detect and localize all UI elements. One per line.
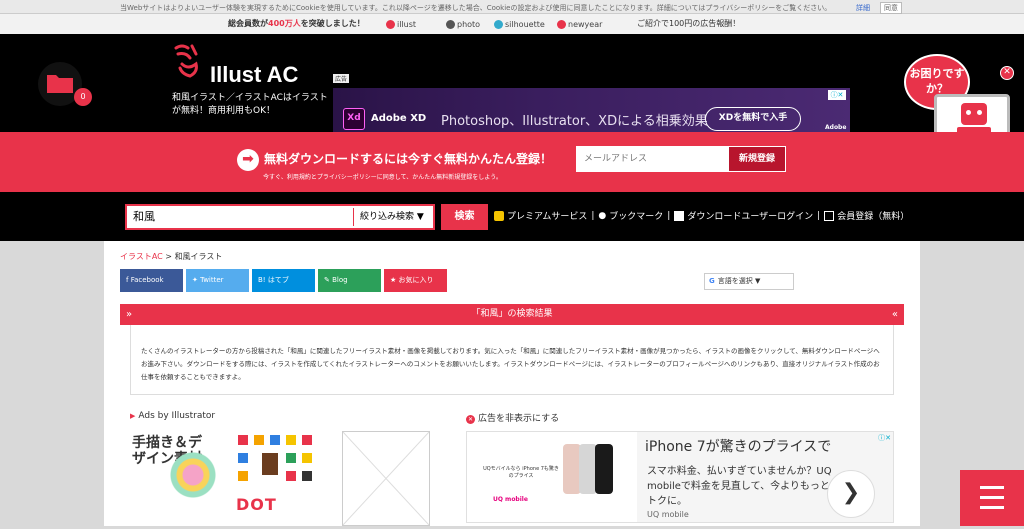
breadcrumb: イラストAC > 和風イラスト — [120, 252, 223, 261]
thumb-title: DOT — [236, 495, 277, 514]
illust-icon — [386, 19, 395, 29]
site-link-photo[interactable]: photo — [446, 17, 480, 31]
edit-icon — [824, 210, 835, 221]
site-link-newyear[interactable]: newyear — [557, 17, 602, 31]
document-icon — [674, 210, 685, 221]
cookie-agree-button[interactable]: 同意 — [880, 2, 902, 14]
google-icon: G — [709, 277, 715, 285]
breadcrumb-current: 和風イラスト — [174, 252, 223, 261]
facebook-share-button[interactable]: f Facebook — [120, 269, 183, 292]
hamburger-menu-button[interactable] — [960, 470, 1024, 526]
member-registration-link[interactable]: 会員登録（無料） — [837, 209, 909, 222]
double-chevron-icon: » — [126, 309, 133, 320]
bookmark-link[interactable]: ブックマーク — [609, 209, 663, 222]
hatena-icon: B! — [258, 276, 268, 284]
help-close-icon[interactable]: ✕ — [1000, 66, 1014, 80]
site-link-silhouette[interactable]: silhouette — [494, 17, 545, 31]
twitter-icon: ✦ — [192, 276, 201, 284]
triangle-right-icon: ▶ — [130, 412, 136, 420]
language-select[interactable]: G 言語を選択 ▼ — [704, 273, 794, 290]
site-link-illust[interactable]: illust — [386, 17, 416, 31]
search-bar: 和風 絞り込み検索 ▼ 検索 プレミアムサービス | ● ブックマーク | ダウ… — [0, 192, 1024, 241]
blog-icon: ✎ — [324, 276, 333, 284]
cookie-detail-link[interactable]: 詳細 — [856, 3, 870, 13]
ad-label: 広告 — [333, 74, 350, 83]
cookie-notice-bar: 当Webサイトはよりよいユーザー体験を実現するためにCookieを使用しています… — [0, 0, 1024, 14]
email-field[interactable] — [576, 146, 728, 172]
banner-cta-button[interactable]: XDを無料で入手 — [705, 107, 801, 131]
favorite-button[interactable]: ★ お気に入り — [384, 269, 447, 292]
results-heading-bar: » 「和風」の検索結果 « — [120, 304, 904, 325]
illustrator-thumb-dot[interactable]: DOT — [236, 431, 324, 526]
flower-illustration — [170, 451, 216, 511]
iphone-image — [595, 444, 613, 494]
signup-band: ➡ 無料ダウンロードするには今すぐ無料かんたん登録！ 今すぐ、利用規約とプライバ… — [0, 132, 1024, 192]
register-button[interactable]: 新規登録 — [728, 146, 786, 172]
hide-ads-link[interactable]: ✕ 広告を非表示にする — [466, 411, 559, 424]
silhouette-icon — [494, 19, 503, 29]
cookie-notice-text: 当Webサイトはよりよいユーザー体験を実現するためにCookieを使用しています… — [120, 4, 832, 12]
uq-mobile-logo: UQ mobile — [493, 496, 528, 503]
star-icon: ★ — [390, 276, 399, 284]
adobe-xd-icon: Xd — [343, 108, 365, 130]
signup-headline: 無料ダウンロードするには今すぐ無料かんたん登録！ — [264, 152, 553, 166]
bookmark-icon: ● — [598, 210, 607, 221]
cart-count-badge: 0 — [74, 88, 92, 106]
illustrator-thumb-placeholder[interactable] — [342, 431, 430, 526]
banner-product-name: Adobe XD — [371, 113, 427, 124]
refine-search-dropdown[interactable]: 絞り込み検索 ▼ — [353, 208, 424, 226]
arrow-right-icon: ➡ — [237, 149, 259, 171]
ad-headline: iPhone 7が驚きのプライスで — [645, 439, 832, 455]
adobe-logo: Adobe — [825, 124, 847, 131]
adchoices-icon[interactable]: ⓘ✕ — [828, 90, 846, 100]
results-description: たくさんのイラストレーターの方から投稿された「和風」に関連したフリーイラスト素材… — [130, 325, 894, 395]
signup-note: 今すぐ、利用規約とプライバシーポリシーに同意して、かんたん無料新規登録をしよう。 — [263, 174, 502, 181]
blog-share-button[interactable]: ✎ Blog — [318, 269, 381, 292]
breadcrumb-home-link[interactable]: イラストAC — [120, 252, 163, 261]
double-chevron-icon: « — [891, 309, 898, 320]
adchoices-icon[interactable]: ⓘ✕ — [878, 433, 891, 443]
logo-mark-icon — [174, 44, 198, 78]
top-info-bar: 総会員数が400万人を突破しました！ illust photo silhouet… — [0, 14, 1024, 34]
member-count-notice: 総会員数が400万人を突破しました！ — [228, 19, 365, 28]
ad-image-text: UQモバイルなら iPhone 7も驚きのプライス — [483, 466, 559, 479]
ad-brand: UQ mobile — [647, 510, 689, 519]
illustrator-thumb-handdrawn[interactable]: 手描き＆デザイン素材 — [130, 431, 218, 526]
banner-copy: Photoshop、Illustrator、XDによる相乗効果 — [441, 114, 708, 129]
hatena-share-button[interactable]: B! はてブ — [252, 269, 315, 292]
newyear-icon — [557, 19, 566, 29]
download-user-login-link[interactable]: ダウンロードユーザーログイン — [687, 209, 813, 222]
results-heading: 「和風」の検索結果 — [471, 309, 553, 319]
user-nav-links: プレミアムサービス | ● ブックマーク | ダウンロードユーザーログイン | … — [494, 209, 909, 222]
twitter-share-button[interactable]: ✦ Twitter — [186, 269, 249, 292]
site-tagline: 和風イラスト／イラストACはイラストが無料！商用利用もOK！ — [172, 93, 328, 116]
main-content: イラストAC > 和風イラスト f Facebook ✦ Twitter B! … — [104, 241, 920, 526]
folder-icon — [47, 75, 73, 93]
referral-promo-link[interactable]: ご紹介で100円の広告報酬！ — [637, 18, 740, 29]
ads-by-label: ▶ Ads by Illustrator — [130, 411, 216, 421]
ad-description: スマホ料金、払いすぎていませんか？UQ mobileで料金を見直して、今よりもっ… — [647, 466, 840, 507]
search-button[interactable]: 検索 — [441, 204, 488, 230]
crown-icon — [494, 210, 504, 221]
logo-text: Illust AC — [210, 62, 299, 87]
chevron-right-icon[interactable]: ❯ — [827, 470, 875, 518]
image-placeholder-icon — [342, 431, 430, 526]
site-header: 0 Illust AC 和風イラスト／イラストACはイラストが無料！商用利用もO… — [0, 34, 1024, 152]
member-count: 400万人 — [268, 19, 301, 28]
close-icon: ✕ — [466, 415, 475, 424]
download-folder-button[interactable]: 0 — [38, 62, 92, 106]
uq-mobile-ad[interactable]: UQモバイルなら iPhone 7も驚きのプライス UQ mobile iPho… — [466, 431, 894, 523]
photo-icon — [446, 19, 455, 29]
premium-service-link[interactable]: プレミアムサービス — [507, 209, 587, 222]
